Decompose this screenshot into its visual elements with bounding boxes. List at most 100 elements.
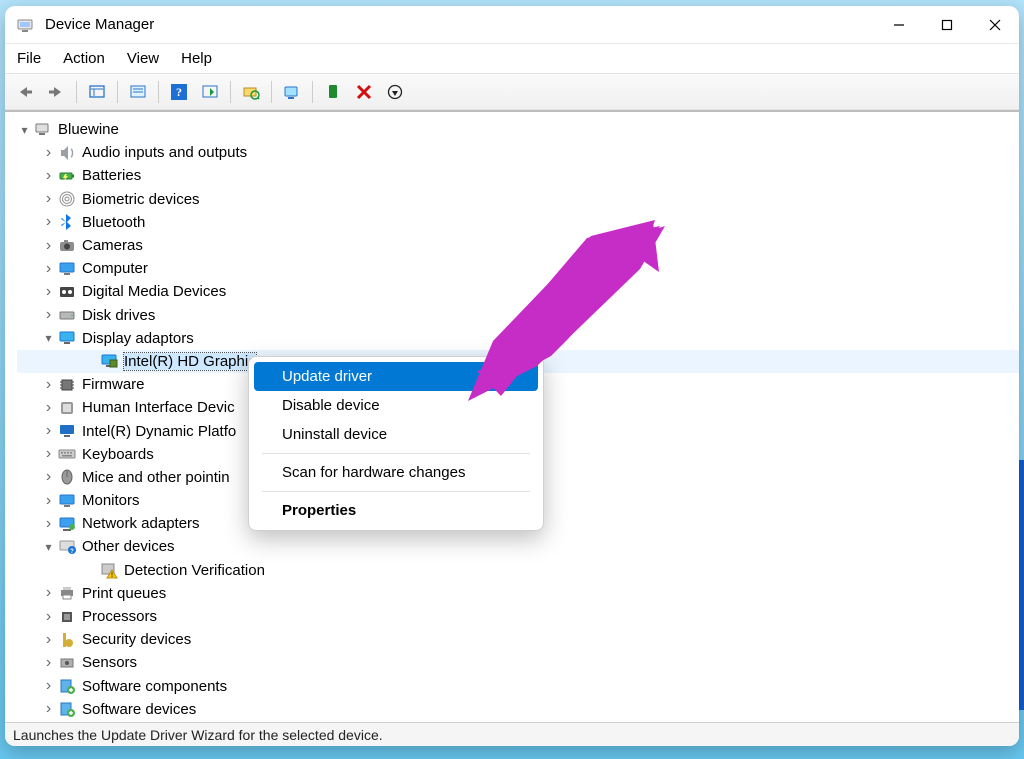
forward-button[interactable]	[42, 79, 70, 105]
context-menu: Update driverDisable deviceUninstall dev…	[248, 356, 544, 531]
monitor-icon	[58, 492, 76, 510]
expand-toggle[interactable]	[41, 331, 56, 346]
expand-toggle[interactable]	[41, 308, 56, 323]
drive-icon	[58, 306, 76, 324]
tree-node[interactable]: Sensors	[17, 651, 1019, 674]
action-button[interactable]	[196, 79, 224, 105]
tree-node[interactable]: Processors	[17, 605, 1019, 628]
tree-node-label: Security devices	[82, 631, 191, 648]
tree-node-child[interactable]: ! Detection Verification	[17, 559, 1019, 582]
expand-toggle[interactable]	[41, 516, 56, 531]
page-title: Device Manager	[45, 16, 875, 33]
disable-device-button[interactable]	[381, 79, 409, 105]
ctx-update-driver[interactable]: Update driver	[254, 362, 538, 391]
back-button[interactable]	[11, 79, 39, 105]
tree-root[interactable]: Bluewine	[17, 118, 1019, 141]
toolbar: ?	[5, 74, 1019, 110]
tree-node-label: Digital Media Devices	[82, 283, 226, 300]
show-hidden-button[interactable]	[83, 79, 111, 105]
expand-toggle[interactable]	[41, 655, 56, 670]
tree-node-label: Network adapters	[82, 515, 200, 532]
expand-toggle[interactable]	[41, 284, 56, 299]
warn-icon: !	[100, 561, 118, 579]
tree-node[interactable]: Software components	[17, 675, 1019, 698]
expand-toggle[interactable]	[41, 145, 56, 160]
software-icon	[58, 677, 76, 695]
svg-text:!: !	[111, 573, 113, 579]
menu-help[interactable]: Help	[181, 50, 212, 67]
expand-toggle[interactable]	[41, 539, 56, 554]
expand-toggle[interactable]	[41, 447, 56, 462]
fingerprint-icon	[58, 190, 76, 208]
update-driver-button[interactable]	[278, 79, 306, 105]
expand-toggle[interactable]	[41, 400, 56, 415]
properties-button[interactable]	[124, 79, 152, 105]
expand-toggle[interactable]	[41, 586, 56, 601]
tree-node[interactable]: Disk drives	[17, 304, 1019, 327]
ctx-properties[interactable]: Properties	[254, 496, 538, 525]
app-icon	[17, 16, 35, 34]
tree-node-label: Bluewine	[58, 121, 119, 138]
close-button[interactable]	[971, 6, 1019, 43]
tree-node-label: Processors	[82, 608, 157, 625]
tree-node[interactable]: Computer	[17, 257, 1019, 280]
keyboard-icon	[58, 445, 76, 463]
expand-toggle[interactable]	[41, 679, 56, 694]
enable-device-button[interactable]	[319, 79, 347, 105]
menu-file[interactable]: File	[17, 50, 41, 67]
help-button[interactable]: ?	[165, 79, 193, 105]
expand-toggle[interactable]	[41, 609, 56, 624]
tree-node[interactable]: Security devices	[17, 628, 1019, 651]
tree-node[interactable]: Biometric devices	[17, 188, 1019, 211]
expand-toggle[interactable]	[41, 168, 56, 183]
expand-toggle[interactable]	[41, 702, 56, 717]
media-icon	[58, 283, 76, 301]
security-icon	[58, 631, 76, 649]
statusbar-text: Launches the Update Driver Wizard for th…	[13, 727, 383, 743]
expand-toggle[interactable]	[41, 238, 56, 253]
menu-action[interactable]: Action	[63, 50, 105, 67]
tree-node-label: Software devices	[82, 701, 196, 718]
tree-node[interactable]: Bluetooth	[17, 211, 1019, 234]
menubar: File Action View Help	[5, 44, 1019, 74]
expand-toggle[interactable]	[41, 424, 56, 439]
expand-toggle[interactable]	[41, 261, 56, 276]
tree-node-label: Detection Verification	[124, 562, 265, 579]
tree-node[interactable]: Print queues	[17, 582, 1019, 605]
tree-node[interactable]: Cameras	[17, 234, 1019, 257]
tree-node-label: Other devices	[82, 538, 175, 555]
minimize-button[interactable]	[875, 6, 923, 43]
scan-hardware-button[interactable]	[237, 79, 265, 105]
menu-view[interactable]: View	[127, 50, 159, 67]
tree-node[interactable]: Digital Media Devices	[17, 280, 1019, 303]
expand-toggle[interactable]	[41, 632, 56, 647]
network-icon	[58, 515, 76, 533]
software-icon	[58, 700, 76, 718]
tree-node[interactable]: Batteries	[17, 164, 1019, 187]
uninstall-device-button[interactable]	[350, 79, 378, 105]
audio-icon	[58, 144, 76, 162]
expand-toggle[interactable]	[41, 377, 56, 392]
expand-toggle[interactable]	[41, 215, 56, 230]
tree-node-label: Print queues	[82, 585, 166, 602]
expand-toggle[interactable]	[41, 470, 56, 485]
svg-text:?: ?	[70, 549, 74, 555]
expand-toggle[interactable]	[41, 192, 56, 207]
tree-node[interactable]: Display adaptors	[17, 327, 1019, 350]
ctx-scan-for-hardware-changes[interactable]: Scan for hardware changes	[254, 458, 538, 487]
maximize-button[interactable]	[923, 6, 971, 43]
tree-node[interactable]: Audio inputs and outputs	[17, 141, 1019, 164]
tree-node[interactable]: Software devices	[17, 698, 1019, 721]
ctx-uninstall-device[interactable]: Uninstall device	[254, 420, 538, 449]
expand-toggle[interactable]	[17, 122, 32, 137]
tree-node-label: Batteries	[82, 167, 141, 184]
expand-toggle[interactable]	[41, 493, 56, 508]
battery-icon	[58, 167, 76, 185]
hid-icon	[58, 399, 76, 417]
monitor-icon	[58, 260, 76, 278]
mouse-icon	[58, 468, 76, 486]
ctx-disable-device[interactable]: Disable device	[254, 391, 538, 420]
tree-node-label: Bluetooth	[82, 214, 145, 231]
tree-node-label: Firmware	[82, 376, 145, 393]
tree-node[interactable]: ? Other devices	[17, 535, 1019, 558]
